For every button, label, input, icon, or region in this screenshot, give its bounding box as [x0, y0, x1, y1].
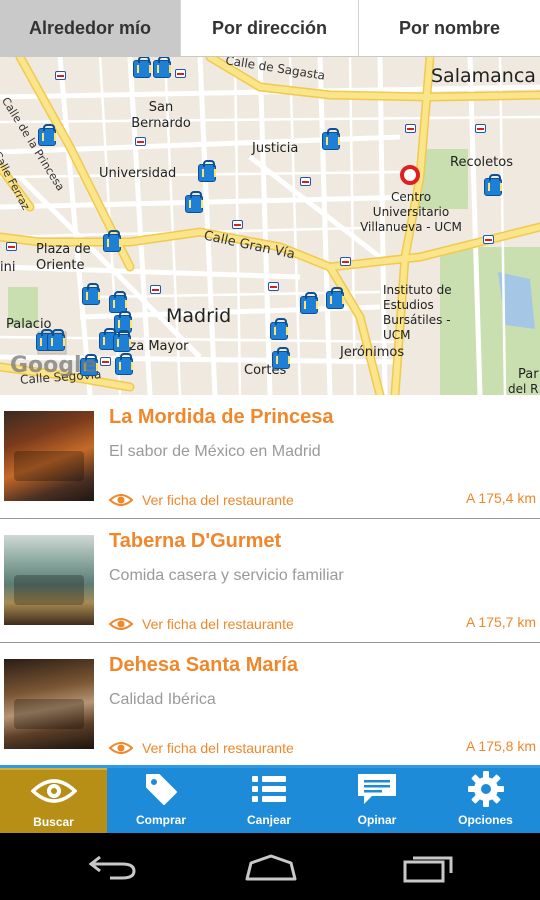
restaurant-row[interactable]: La Mordida de Princesa El sabor de Méxic…: [0, 395, 540, 519]
restaurant-pin[interactable]: [484, 174, 504, 197]
metro-icon: [100, 357, 111, 366]
view-restaurant-label: Ver ficha del restaurante: [142, 492, 294, 508]
restaurant-pin[interactable]: [322, 128, 342, 151]
restaurant-pin[interactable]: [153, 57, 173, 79]
view-restaurant-link[interactable]: Ver ficha del restaurante: [109, 740, 294, 756]
view-restaurant-link[interactable]: Ver ficha del restaurante: [109, 492, 294, 508]
view-restaurant-label: Ver ficha del restaurante: [142, 616, 294, 632]
nav-opinar[interactable]: Opinar: [323, 768, 431, 833]
metro-icon: [268, 282, 279, 291]
nav-label: Opinar: [357, 813, 397, 827]
nav-canjear[interactable]: Canjear: [215, 768, 323, 833]
restaurant-pin[interactable]: [272, 347, 292, 370]
tab-label: Alrededor mío: [28, 17, 152, 38]
nav-label: Opciones: [458, 813, 513, 827]
restaurant-pin[interactable]: [82, 283, 102, 306]
google-logo: Google: [10, 353, 97, 378]
restaurant-distance: A 175,7 km: [465, 614, 536, 630]
tab-por-direccion[interactable]: Por dirección: [181, 0, 359, 56]
nav-opciones[interactable]: Opciones: [431, 768, 540, 833]
metro-icon: [135, 137, 146, 146]
metro-icon: [405, 124, 416, 133]
restaurant-list[interactable]: La Mordida de Princesa El sabor de Méxic…: [0, 395, 540, 765]
restaurant-photo: [4, 411, 94, 501]
map-label-partial: ini: [0, 260, 16, 275]
nav-label: Buscar: [33, 815, 74, 829]
eye-icon: [109, 618, 133, 630]
nav-label: Comprar: [135, 813, 186, 827]
tab-label: Por nombre: [398, 17, 500, 38]
map-label-instituto: Instituto de Estudios Bursátiles - UCM: [383, 283, 452, 342]
nav-label: Canjear: [246, 813, 292, 827]
restaurant-description: El sabor de México en Madrid: [109, 443, 321, 460]
map-label-universidad: Universidad: [99, 166, 177, 181]
nav-buscar[interactable]: Buscar: [0, 768, 107, 833]
back-icon[interactable]: [88, 853, 138, 881]
restaurant-pin[interactable]: [300, 292, 320, 315]
metro-icon: [6, 242, 17, 251]
metro-icon: [175, 69, 186, 78]
map-label-jeronimos: Jerónimos: [340, 345, 405, 360]
list-icon: [252, 776, 286, 802]
eye-icon: [109, 494, 133, 506]
restaurant-pin[interactable]: [115, 353, 135, 376]
current-location-icon: [400, 165, 420, 185]
map-label-centro-universitario: Centro Universitario Villanueva - UCM: [360, 190, 462, 234]
restaurant-name: Taberna D'Gurmet: [109, 530, 282, 552]
restaurant-row[interactable]: Dehesa Santa María Calidad Ibérica Ver f…: [0, 643, 540, 765]
map-label-justicia: Justicia: [252, 141, 299, 156]
restaurant-name: La Mordida de Princesa: [109, 406, 334, 428]
bottom-navigation: Buscar Comprar Canjear Opinar Opciones: [0, 765, 540, 833]
map-label-plaza-oriente: Plaza de Oriente: [36, 242, 91, 273]
restaurant-pin[interactable]: [47, 329, 67, 352]
restaurant-pin[interactable]: [133, 57, 153, 79]
metro-icon: [475, 124, 486, 133]
system-navigation-bar: [0, 833, 540, 900]
view-restaurant-label: Ver ficha del restaurante: [142, 740, 294, 756]
restaurant-row[interactable]: Taberna D'Gurmet Comida casera y servici…: [0, 519, 540, 643]
metro-icon: [300, 177, 311, 186]
metro-icon: [340, 257, 351, 266]
map-label-salamanca: Salamanca: [431, 65, 536, 87]
metro-icon: [150, 285, 161, 294]
home-icon[interactable]: [243, 853, 299, 881]
search-mode-tabs: Alrededor mío Por dirección Por nombre: [0, 0, 540, 57]
restaurant-photo: [4, 659, 94, 749]
metro-icon: [232, 220, 243, 229]
eye-icon: [30, 779, 77, 803]
map-label-partial: del R: [508, 382, 539, 395]
restaurant-name: Dehesa Santa María: [109, 654, 298, 676]
map-label-partial: Par: [518, 367, 539, 382]
tab-por-nombre[interactable]: Por nombre: [359, 0, 540, 56]
restaurant-pin[interactable]: [326, 287, 346, 310]
speech-bubble-icon: [358, 774, 396, 804]
eye-icon: [109, 742, 133, 754]
metro-icon: [55, 71, 66, 80]
restaurant-description: Comida casera y servicio familiar: [109, 567, 344, 584]
gear-icon: [467, 771, 504, 807]
nav-comprar[interactable]: Comprar: [107, 768, 215, 833]
tab-alrededor-mio[interactable]: Alrededor mío: [0, 0, 181, 56]
map-label-san-bernardo: San Bernardo: [131, 100, 191, 131]
tag-icon: [146, 774, 177, 805]
restaurant-photo: [4, 535, 94, 625]
view-restaurant-link[interactable]: Ver ficha del restaurante: [109, 616, 294, 632]
restaurant-distance: A 175,8 km: [465, 738, 536, 754]
restaurant-pin[interactable]: [270, 318, 290, 341]
restaurant-pin[interactable]: [38, 124, 58, 147]
map-view[interactable]: Salamanca Calle de Sagasta San Bernardo …: [0, 57, 540, 395]
map-label-recoletos: Recoletos: [450, 155, 513, 170]
recents-icon[interactable]: [403, 853, 455, 883]
restaurant-pin[interactable]: [198, 160, 218, 183]
tab-label: Por dirección: [211, 17, 328, 38]
restaurant-pin[interactable]: [103, 230, 123, 253]
restaurant-description: Calidad Ibérica: [109, 691, 216, 708]
restaurant-pin[interactable]: [185, 191, 205, 214]
restaurant-distance: A 175,4 km: [465, 490, 536, 506]
metro-icon: [483, 235, 494, 244]
map-label-madrid: Madrid: [166, 305, 232, 327]
restaurant-pin[interactable]: [113, 330, 133, 353]
